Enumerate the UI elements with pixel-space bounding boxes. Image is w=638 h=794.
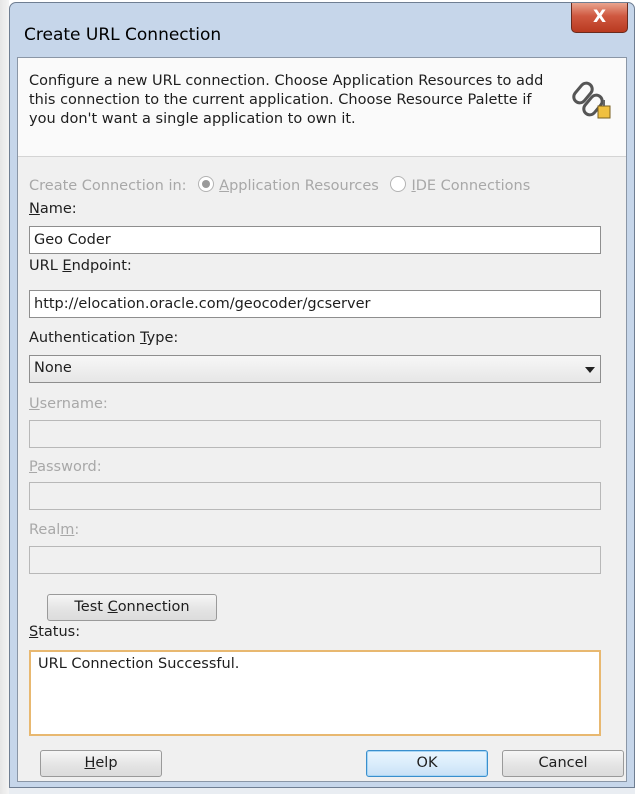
username-label: Username: xyxy=(29,396,108,412)
cancel-button[interactable]: Cancel xyxy=(502,750,624,777)
dialog-header: Configure a new URL connection. Choose A… xyxy=(18,58,626,157)
link-chain-icon xyxy=(572,81,611,119)
realm-input[interactable] xyxy=(29,546,601,574)
password-label: Password: xyxy=(29,459,102,475)
create-in-label: Create Connection in: xyxy=(29,178,187,194)
close-button[interactable]: X xyxy=(571,3,628,33)
authentication-type-value: None xyxy=(34,360,72,376)
status-label: Status: xyxy=(29,624,81,640)
authentication-type-label: Authentication Type: xyxy=(29,330,179,346)
chevron-down-icon[interactable] xyxy=(585,367,595,373)
test-connection-button[interactable]: Test Connection xyxy=(47,594,217,621)
password-input[interactable] xyxy=(29,482,601,510)
realm-label: Realm: xyxy=(29,522,80,538)
close-icon: X xyxy=(592,7,607,27)
radio-ide-connections-label[interactable]: IDE Connections xyxy=(411,178,530,194)
radio-application-resources[interactable] xyxy=(198,176,215,192)
background-edge xyxy=(0,0,9,794)
radio-ide-connections[interactable] xyxy=(390,176,407,192)
name-input[interactable] xyxy=(29,226,601,254)
create-url-connection-dialog: Create URL Connection X Configure a new … xyxy=(9,2,635,788)
url-endpoint-label: URL Endpoint: xyxy=(29,258,132,274)
help-button[interactable]: Help xyxy=(40,750,162,777)
authentication-type-select[interactable]: None xyxy=(29,355,601,383)
dialog-title: Create URL Connection xyxy=(24,25,222,45)
ok-button[interactable]: OK xyxy=(366,750,488,777)
status-text-area[interactable]: URL Connection Successful. xyxy=(29,650,601,736)
name-label: Name: xyxy=(29,201,77,217)
title-bar[interactable]: Create URL Connection X xyxy=(10,3,634,57)
username-input[interactable] xyxy=(29,420,601,448)
radio-application-resources-label[interactable]: Application Resources xyxy=(219,178,379,194)
window-bottom-border xyxy=(9,788,635,794)
status-message: URL Connection Successful. xyxy=(38,656,240,672)
dialog-content: Configure a new URL connection. Choose A… xyxy=(17,57,627,782)
header-description: Configure a new URL connection. Choose A… xyxy=(29,73,544,127)
url-endpoint-input[interactable] xyxy=(29,290,601,318)
create-connection-in-row: Create Connection in: Application Resour… xyxy=(29,176,530,194)
